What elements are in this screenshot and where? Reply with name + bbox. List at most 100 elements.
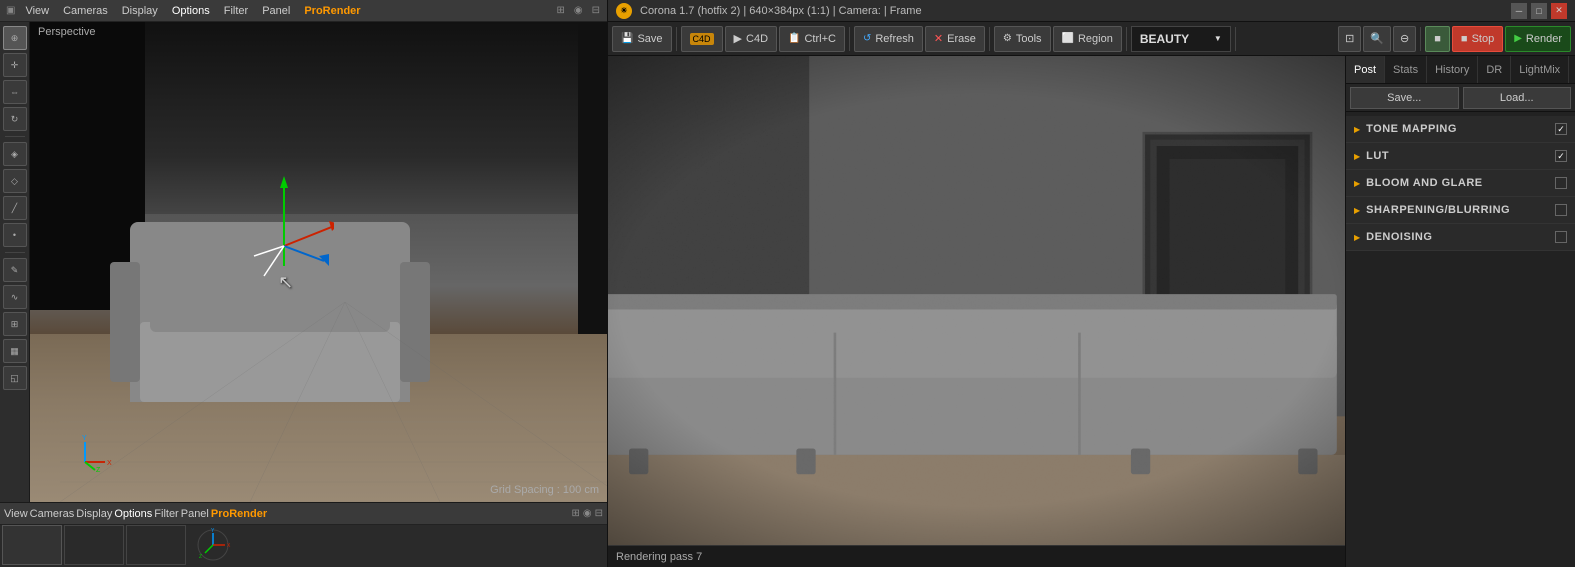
tool-texture[interactable]: ▦ (3, 339, 27, 363)
send-to-c4d-button[interactable]: ▶ C4D (725, 26, 777, 52)
tools-icon: ⚙ (1003, 33, 1012, 44)
separator-3 (989, 27, 990, 51)
tool-paint[interactable]: ✎ (3, 258, 27, 282)
svg-text:Y: Y (211, 528, 215, 534)
tone-mapping-section: ▶ TONE MAPPING ✓ (1346, 116, 1575, 143)
sharpening-header[interactable]: ▶ SHARPENING/BLURRING (1346, 197, 1575, 223)
load-preset-button[interactable]: Load... (1463, 87, 1572, 109)
tool-move[interactable]: ✛ (3, 53, 27, 77)
viewport-icon-b2[interactable]: ◉ (583, 508, 592, 519)
region-icon: ⬜ (1062, 33, 1074, 44)
zoom-in-icon: 🔍 (1370, 32, 1384, 45)
tab-lightmix[interactable]: LightMix (1511, 56, 1569, 83)
color-mode-button[interactable]: ■ (1425, 26, 1450, 52)
save-preset-button[interactable]: Save... (1350, 87, 1459, 109)
copy-button[interactable]: 📋 Ctrl+C (779, 26, 845, 52)
denoising-check[interactable] (1555, 231, 1567, 243)
tool-edge[interactable]: ╱ (3, 196, 27, 220)
stop-button[interactable]: ■ Stop (1452, 26, 1503, 52)
viewport-icon-b1[interactable]: ⊞ (571, 508, 579, 519)
denoising-header[interactable]: ▶ DENOISING (1346, 224, 1575, 250)
tone-mapping-check[interactable]: ✓ (1555, 123, 1567, 135)
denoising-title: DENOISING (1366, 231, 1549, 243)
tab-dr[interactable]: DR (1478, 56, 1511, 83)
tool-rotate[interactable]: ↻ (3, 107, 27, 131)
corona-title: Corona 1.7 (hotfix 2) | 640×384px (1:1) … (640, 5, 1503, 17)
close-button[interactable]: ✕ (1551, 3, 1567, 19)
render-button[interactable]: ▶ Render (1505, 26, 1571, 52)
menu-options[interactable]: Options (166, 3, 216, 19)
viewport-icon-2[interactable]: ◉ (571, 5, 586, 16)
viewport-icon-b3[interactable]: ⊟ (595, 508, 603, 519)
lut-section: ▶ LUT ✓ (1346, 143, 1575, 170)
grid-spacing-label: Grid Spacing : 100 cm (490, 484, 599, 496)
tool-select[interactable]: ⊕ (3, 26, 27, 50)
tool-scale[interactable]: ⇔ (3, 80, 27, 104)
menu-prorender-b[interactable]: ProRender (211, 508, 267, 520)
viewport-main: Perspective (30, 22, 607, 502)
tool-uv[interactable]: ◱ (3, 366, 27, 390)
zoom-in-button[interactable]: 🔍 (1363, 26, 1391, 52)
tool-point[interactable]: • (3, 223, 27, 247)
maximize-button[interactable]: □ (1531, 3, 1547, 19)
menu-options-b[interactable]: Options (114, 508, 152, 520)
zoom-out-icon: ⊖ (1400, 32, 1409, 45)
denoising-section: ▶ DENOISING (1346, 224, 1575, 251)
settings-body: ▶ TONE MAPPING ✓ ▶ LUT ✓ ▶ (1346, 112, 1575, 567)
menu-cameras[interactable]: Cameras (57, 3, 114, 19)
save-button[interactable]: 💾 Save (612, 26, 672, 52)
tone-mapping-header[interactable]: ▶ TONE MAPPING ✓ (1346, 116, 1575, 142)
zoom-fit-button[interactable]: ⊡ (1338, 26, 1361, 52)
menu-panel[interactable]: Panel (256, 3, 296, 19)
refresh-icon: ↺ (863, 33, 871, 44)
tab-history[interactable]: History (1427, 56, 1478, 83)
perspective-grid (60, 302, 607, 502)
menu-panel-b[interactable]: Panel (181, 508, 209, 520)
c4d-menubar-top: ▣ View Cameras Display Options Filter Pa… (0, 0, 607, 22)
tools-button[interactable]: ⚙ Tools (994, 26, 1051, 52)
zoom-out-button[interactable]: ⊖ (1393, 26, 1416, 52)
tool-deform[interactable]: ⊞ (3, 312, 27, 336)
menu-view-b[interactable]: View (4, 508, 28, 520)
viewport-perspective-label: Perspective (38, 26, 95, 38)
tool-polygon[interactable]: ◇ (3, 169, 27, 193)
viewport-icon-3[interactable]: ⊟ (589, 5, 603, 16)
tab-stats[interactable]: Stats (1385, 56, 1427, 83)
menu-filter[interactable]: Filter (218, 3, 254, 19)
viewport-bottom: View Cameras Display Options Filter Pane… (0, 502, 607, 567)
lut-check[interactable]: ✓ (1555, 150, 1567, 162)
c4d-icon: C4D (690, 33, 714, 45)
left-toolbar: ⊕ ✛ ⇔ ↻ ◈ ◇ ╱ • ✎ ∿ ⊞ ▦ ◱ (0, 22, 30, 502)
beauty-dropdown[interactable]: BEAUTY ▼ (1131, 26, 1231, 52)
menu-prorender[interactable]: ProRender (298, 3, 366, 19)
erase-button[interactable]: ✕ Erase (925, 26, 985, 52)
menu-display-b[interactable]: Display (76, 508, 112, 520)
c4d-button[interactable]: C4D (681, 26, 723, 52)
tab-post[interactable]: Post (1346, 56, 1385, 83)
viewport-icon-1[interactable]: ⊞ (553, 5, 567, 16)
zoom-fit-icon: ⊡ (1345, 32, 1354, 45)
menu-display[interactable]: Display (116, 3, 164, 19)
refresh-button[interactable]: ↺ Refresh (854, 26, 923, 52)
corona-titlebar: ☀ Corona 1.7 (hotfix 2) | 640×384px (1:1… (608, 0, 1575, 22)
menu-filter-b[interactable]: Filter (154, 508, 178, 520)
tool-spline[interactable]: ∿ (3, 285, 27, 309)
sharpening-check[interactable] (1555, 204, 1567, 216)
tool-object[interactable]: ◈ (3, 142, 27, 166)
menu-view[interactable]: View (19, 3, 55, 19)
toolbar-right: ⊡ 🔍 ⊖ ■ ■ Stop ▶ Render (1338, 26, 1571, 52)
bloom-glare-check[interactable] (1555, 177, 1567, 189)
toolbar-divider2 (5, 252, 25, 253)
corona-renderer-panel: ☀ Corona 1.7 (hotfix 2) | 640×384px (1:1… (608, 0, 1575, 567)
sharpening-title: SHARPENING/BLURRING (1366, 204, 1549, 216)
lut-arrow: ▶ (1354, 152, 1360, 161)
minimize-button[interactable]: ─ (1511, 3, 1527, 19)
render-icon: ▶ (1514, 33, 1522, 44)
bloom-glare-header[interactable]: ▶ BLOOM AND GLARE (1346, 170, 1575, 196)
copy-icon: 📋 (788, 33, 800, 44)
svg-text:Z: Z (199, 554, 202, 560)
region-button[interactable]: ⬜ Region (1053, 26, 1122, 52)
menu-cameras-b[interactable]: Cameras (30, 508, 75, 520)
toolbar-divider (5, 136, 25, 137)
lut-header[interactable]: ▶ LUT ✓ (1346, 143, 1575, 169)
